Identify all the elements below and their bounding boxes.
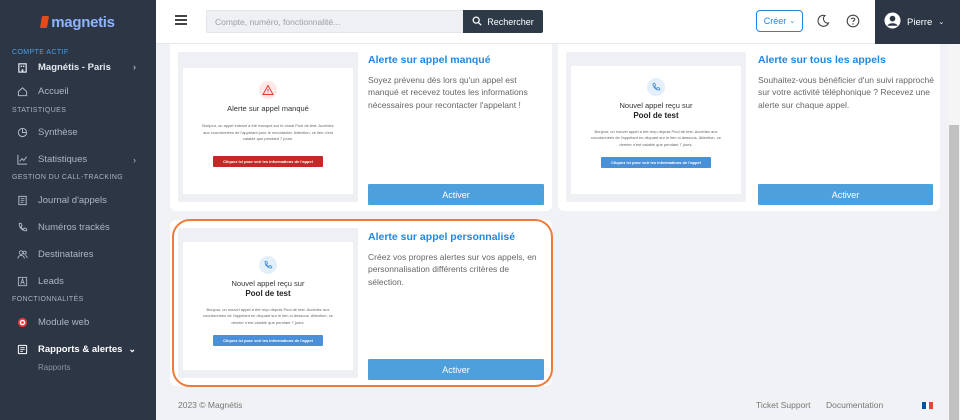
- users-icon: [16, 249, 28, 261]
- email-preview-title-text: Nouvel appel reçu sur: [619, 101, 693, 110]
- sidebar-item-label: Rapports & alertes: [38, 344, 123, 355]
- home-icon: [16, 86, 28, 98]
- email-preview-button: Cliquez ici pour voir les informations d…: [601, 157, 711, 169]
- target-icon: [16, 317, 28, 329]
- search-button[interactable]: Rechercher: [463, 10, 543, 33]
- line-chart-icon: [16, 154, 28, 166]
- email-preview-text: Bonjour, un appel entrant a été manqué s…: [202, 123, 334, 141]
- email-preview-pool: Pool de test: [633, 111, 679, 121]
- logo[interactable]: magnetis: [0, 0, 156, 44]
- sidebar-section-features: FONCTIONNALITÉS: [12, 296, 84, 303]
- sidebar-item-recipients[interactable]: Destinataires: [0, 241, 156, 268]
- sidebar-item-label: Numéros trackés: [38, 222, 110, 233]
- user-menu[interactable]: Pierre ⌄: [875, 0, 960, 44]
- top-header: Rechercher Créer ⌄ Pierre ⌄: [156, 0, 960, 44]
- sidebar-item-web-module[interactable]: Module web: [0, 309, 156, 336]
- email-preview: Alerte sur appel manqué Bonjour, un appe…: [178, 52, 358, 202]
- footer-documentation-link[interactable]: Documentation: [826, 400, 883, 410]
- chevron-down-icon: ⌄: [128, 344, 136, 354]
- chevron-right-icon: ›: [133, 154, 136, 165]
- pie-chart-icon: [16, 127, 28, 139]
- sidebar-account-selector[interactable]: Magnétis - Paris ›: [0, 56, 156, 78]
- footer-ticket-support-link[interactable]: Ticket Support: [756, 400, 811, 410]
- email-preview: Nouvel appel reçu sur Pool de test Bonjo…: [566, 52, 746, 202]
- sidebar-item-label: Accueil: [38, 86, 69, 97]
- activate-button[interactable]: Activer: [758, 184, 933, 205]
- sidebar: magnetis COMPTE ACTIF Magnétis - Paris ›…: [0, 0, 156, 420]
- user-name: Pierre: [907, 16, 933, 28]
- sidebar-item-label: Leads: [38, 276, 64, 287]
- email-preview-title: Alerte sur appel manqué: [227, 104, 309, 113]
- alert-card-custom: Nouvel appel reçu sur Pool de test Bonjo…: [170, 220, 552, 386]
- sidebar-item-synthesis[interactable]: Synthèse: [0, 119, 156, 146]
- sidebar-item-tracked-numbers[interactable]: Numéros trackés: [0, 214, 156, 241]
- card-title: Alerte sur appel manqué: [368, 54, 491, 66]
- email-preview: Nouvel appel reçu sur Pool de test Bonjo…: [178, 228, 358, 378]
- create-button-label: Créer: [763, 16, 787, 26]
- sidebar-item-label: Destinataires: [38, 249, 94, 260]
- card-title: Alerte sur tous les appels: [758, 54, 886, 66]
- phone-icon: [16, 222, 28, 234]
- bell-icon: [16, 344, 28, 356]
- logo-mark-icon: [40, 16, 50, 28]
- sidebar-subitem-reports[interactable]: Rapports: [0, 363, 156, 371]
- building-icon: [16, 61, 28, 73]
- sidebar-item-label: Statistiques: [38, 154, 88, 165]
- activate-button[interactable]: Activer: [368, 359, 544, 380]
- card-title: Alerte sur appel personnalisé: [368, 231, 516, 243]
- user-icon: [884, 12, 901, 32]
- create-button[interactable]: Créer ⌄: [756, 10, 803, 32]
- phone-icon: [647, 78, 665, 96]
- email-preview-body: Nouvel appel reçu sur Pool de test Bonjo…: [571, 66, 741, 194]
- logo-text: magnetis: [51, 13, 115, 31]
- chevron-down-icon: ⌄: [789, 18, 796, 25]
- email-preview-title: Nouvel appel reçu sur Pool de test: [571, 101, 741, 122]
- list-icon: [16, 195, 28, 207]
- email-preview-body: Nouvel appel reçu sur Pool de test Bonjo…: [183, 242, 353, 370]
- sidebar-item-leads[interactable]: Leads: [0, 268, 156, 295]
- sidebar-section-account: COMPTE ACTIF: [12, 49, 69, 56]
- email-preview-title-text: Nouvel appel reçu sur: [231, 279, 305, 288]
- sidebar-section-stats: STATISTIQUES: [12, 107, 67, 114]
- search-icon: [472, 16, 482, 28]
- search-input[interactable]: [206, 10, 464, 33]
- sidebar-item-label: Synthèse: [38, 127, 78, 138]
- sidebar-item-label: Journal d'appels: [38, 195, 107, 206]
- card-description: Souhaitez-vous bénéficier d'un suivi rap…: [758, 75, 934, 110]
- sidebar-item-call-log[interactable]: Journal d'appels: [0, 187, 156, 214]
- chevron-right-icon: ›: [133, 62, 136, 72]
- sidebar-section-tracking: GESTION DU CALL-TRACKING: [12, 174, 124, 181]
- alert-card-all-calls: Nouvel appel reçu sur Pool de test Bonjo…: [558, 44, 940, 211]
- email-preview-text: Bonjour, un nouvel appel a été reçu depu…: [591, 128, 721, 147]
- email-preview-pool: Pool de test: [245, 289, 291, 299]
- sidebar-item-label: Module web: [38, 317, 90, 328]
- sidebar-item-reports[interactable]: Rapports & alertes ⌄: [0, 336, 156, 363]
- hamburger-icon[interactable]: [175, 15, 187, 25]
- chevron-down-icon: ⌄: [938, 19, 945, 26]
- sidebar-item-home[interactable]: Accueil: [0, 78, 156, 105]
- footer-copyright: 2023 © Magnétis: [178, 400, 243, 410]
- email-preview-title: Nouvel appel reçu sur Pool de test: [183, 279, 353, 300]
- scrollbar-thumb[interactable]: [949, 125, 959, 420]
- alert-card-missed: Alerte sur appel manqué Bonjour, un appe…: [170, 44, 552, 211]
- sidebar-item-statistics[interactable]: Statistiques ›: [0, 146, 156, 173]
- warning-icon: [259, 81, 277, 99]
- card-description: Soyez prévenu dès lors qu'un appel est m…: [368, 75, 528, 110]
- flag-fr-icon[interactable]: [922, 402, 934, 409]
- email-preview-text: Bonjour, un nouvel appel a été reçu depu…: [203, 306, 333, 325]
- search-button-label: Rechercher: [487, 16, 534, 27]
- email-preview-button: Cliquez ici pour voir les informations d…: [213, 156, 323, 168]
- sidebar-account-name: Magnétis - Paris: [38, 61, 111, 73]
- activate-button[interactable]: Activer: [368, 184, 544, 205]
- moon-icon[interactable]: [816, 14, 830, 28]
- email-preview-button: Cliquez ici pour voir les informations d…: [213, 335, 323, 347]
- phone-icon: [259, 256, 277, 274]
- help-icon[interactable]: [846, 14, 860, 28]
- lead-icon: [16, 276, 28, 288]
- email-preview-body: Alerte sur appel manqué Bonjour, un appe…: [183, 68, 353, 194]
- card-description: Créez vos propres alertes sur vos appels…: [368, 252, 537, 287]
